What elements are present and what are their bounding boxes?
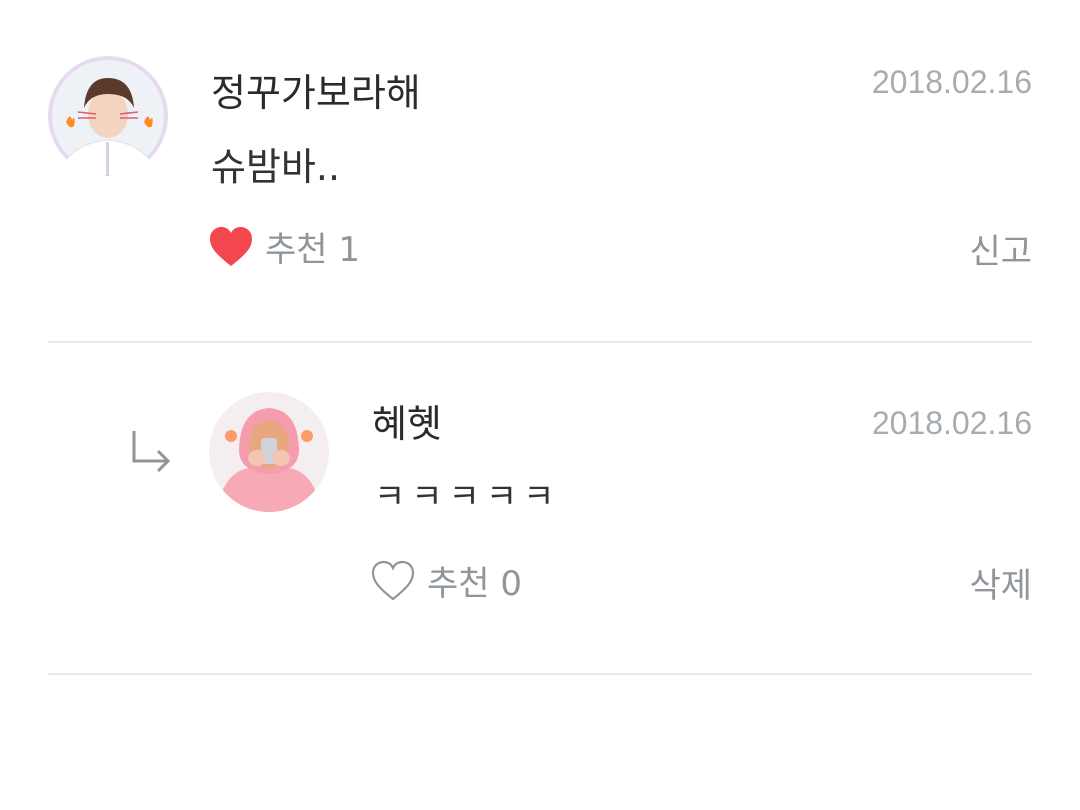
comment-divider: [48, 673, 1032, 675]
comment-item: 정꾸가보라해 2018.02.16 슈밤바.. 추천 1 신고: [0, 0, 1080, 342]
comment-text: 슈밤바..: [211, 145, 341, 189]
reply-arrow-icon: [132, 431, 171, 473]
author-name[interactable]: 정꾸가보라해: [211, 62, 421, 117]
recommend-count: 1: [338, 230, 361, 270]
heart-filled-icon: [210, 226, 252, 266]
author-avatar[interactable]: [48, 56, 168, 176]
heart-outline-icon: [371, 560, 415, 600]
author-avatar[interactable]: [209, 392, 329, 512]
recommend-label: 추천 0: [427, 556, 522, 605]
recommend-text: 추천: [427, 564, 490, 604]
recommend-button[interactable]: 추천 0: [371, 556, 522, 605]
recommend-button[interactable]: 추천 1: [209, 222, 360, 271]
comment-text: ㅋㅋㅋㅋㅋ: [374, 477, 561, 517]
recommend-count: 0: [500, 564, 523, 604]
author-name[interactable]: 혜혯: [372, 393, 442, 448]
comment-date: 2018.02.16: [871, 64, 1032, 100]
comment-date: 2018.02.16: [871, 405, 1032, 441]
reply-item: 혜혯 2018.02.16 ㅋㅋㅋㅋㅋ 추천 0 삭제: [0, 343, 1080, 673]
recommend-text: 추천: [265, 230, 328, 270]
delete-button[interactable]: 삭제: [969, 558, 1032, 607]
recommend-label: 추천 1: [265, 222, 360, 271]
report-button[interactable]: 신고: [969, 224, 1032, 273]
